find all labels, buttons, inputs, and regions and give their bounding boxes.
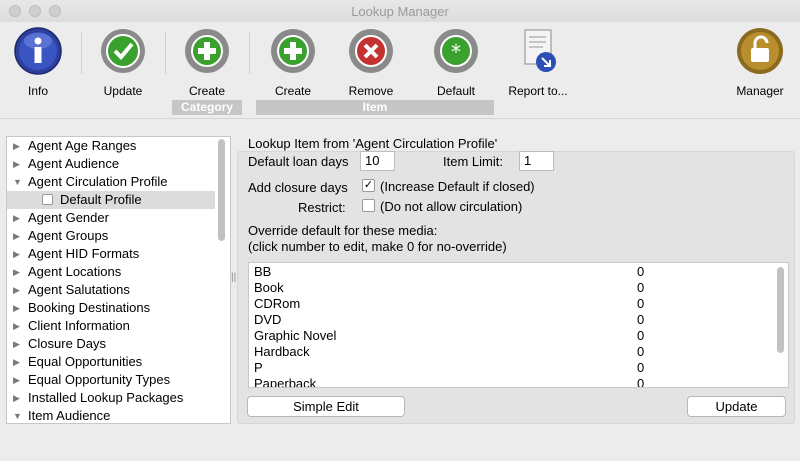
restrict-label: Restrict:	[298, 200, 346, 215]
disclosure-triangle-expanded-icon[interactable]: ▼	[13, 173, 22, 191]
disclosure-triangle-icon[interactable]: ▶	[13, 389, 20, 407]
list-item[interactable]: ▶ Agent Gender	[7, 209, 215, 227]
update-toolbar-button[interactable]: Update	[88, 26, 158, 98]
lock-icon	[737, 28, 783, 74]
disclosure-triangle-icon[interactable]: ▶	[13, 137, 20, 155]
disclosure-triangle-icon[interactable]: ▶	[13, 335, 20, 353]
disclosure-triangle-icon[interactable]: ▶	[13, 155, 20, 173]
info-button[interactable]: Info	[3, 26, 73, 98]
toolbar-separator	[165, 32, 166, 74]
list-item[interactable]: ▶ Equal Opportunities	[7, 353, 215, 371]
category-group-label: Category	[172, 100, 242, 115]
list-item[interactable]: ▶ Agent Salutations	[7, 281, 215, 299]
disclosure-triangle-icon[interactable]: ▶	[13, 353, 20, 371]
category-list[interactable]: ▶ Agent Age Ranges ▶ Agent Audience ▼ Ag…	[6, 136, 231, 424]
create-item-button[interactable]: Create	[258, 26, 328, 98]
disclosure-triangle-expanded-icon[interactable]: ▼	[13, 407, 22, 423]
simple-edit-button[interactable]: Simple Edit	[247, 396, 405, 417]
manager-button[interactable]: Manager	[725, 26, 795, 98]
remove-button[interactable]: Remove	[336, 26, 406, 98]
table-scrollbar[interactable]	[777, 267, 784, 353]
list-item[interactable]: ▼ Agent Circulation Profile	[7, 173, 215, 191]
item-limit-field[interactable]: 1	[519, 151, 554, 171]
window-title: Lookup Manager	[351, 4, 449, 19]
svg-text:*: *	[451, 40, 461, 64]
table-row[interactable]: DVD 0	[249, 312, 773, 328]
update-label: Update	[103, 84, 143, 98]
media-override-table[interactable]: BB 0 Book 0 CDRom 0 DVD 0 Graphic Novel …	[248, 262, 789, 388]
list-item-selected[interactable]: Default Profile	[7, 191, 215, 209]
report-document-icon	[524, 29, 556, 72]
disclosure-triangle-icon[interactable]: ▶	[13, 263, 20, 281]
list-item[interactable]: ▶ Agent Audience	[7, 155, 215, 173]
list-item[interactable]: ▶ Agent Age Ranges	[7, 137, 215, 155]
report-label: Report to...	[508, 84, 568, 98]
list-item[interactable]: ▶ Booking Destinations	[7, 299, 215, 317]
closure-days-hint: (Increase Default if closed)	[380, 179, 535, 194]
override-instructions: Override default for these media:	[248, 223, 438, 238]
loan-days-field[interactable]: 10	[360, 151, 395, 171]
info-icon	[14, 27, 62, 75]
disclosure-triangle-icon[interactable]: ▶	[13, 299, 20, 317]
info-label: Info	[27, 84, 48, 98]
list-scrollbar[interactable]	[218, 139, 225, 241]
list-item[interactable]: ▶ Installed Lookup Packages	[7, 389, 215, 407]
manager-label: Manager	[736, 84, 784, 98]
table-row[interactable]: Graphic Novel 0	[249, 328, 773, 344]
disclosure-triangle-icon[interactable]: ▶	[13, 209, 20, 227]
list-item[interactable]: ▶ Agent Groups	[7, 227, 215, 245]
item-group-label: Item	[256, 100, 494, 115]
disclosure-triangle-icon[interactable]: ▶	[13, 281, 20, 299]
list-item[interactable]: ▶ Equal Opportunity Types	[7, 371, 215, 389]
report-button[interactable]: Report to...	[503, 26, 573, 98]
default-button[interactable]: * Default	[421, 26, 491, 98]
list-item[interactable]: ▼ Item Audience	[7, 407, 215, 423]
disclosure-triangle-icon[interactable]: ▶	[13, 317, 20, 335]
table-row[interactable]: Hardback 0	[249, 344, 773, 360]
closure-days-checkbox[interactable]: ✓	[362, 179, 375, 192]
item-checkbox[interactable]	[42, 194, 53, 205]
list-item[interactable]: ▶ Client Information	[7, 317, 215, 335]
split-view-handle[interactable]: ||	[231, 272, 236, 284]
item-limit-label: Item Limit:	[443, 154, 503, 169]
disclosure-triangle-icon[interactable]: ▶	[13, 227, 20, 245]
checkmark-icon: ✓	[363, 179, 374, 191]
update-button[interactable]: Update	[687, 396, 786, 417]
gear-plus-icon	[185, 29, 229, 73]
toolbar-separator	[81, 32, 82, 74]
table-row[interactable]: CDRom 0	[249, 296, 773, 312]
create-category-button[interactable]: Create	[172, 26, 242, 98]
title-bar: Lookup Manager	[0, 0, 800, 23]
closure-days-label: Add closure days	[248, 180, 348, 195]
disclosure-triangle-icon[interactable]: ▶	[13, 371, 20, 389]
toolbar-separator	[249, 32, 250, 74]
gear-remove-icon	[349, 29, 393, 73]
list-item[interactable]: ▶ Agent Locations	[7, 263, 215, 281]
detail-title: Lookup Item from 'Agent Circulation Prof…	[248, 136, 498, 151]
table-row[interactable]: BB 0	[249, 264, 773, 280]
table-row[interactable]: P 0	[249, 360, 773, 376]
create-item-label: Create	[274, 84, 312, 98]
update-icon	[101, 29, 145, 73]
create-category-label: Create	[188, 84, 226, 98]
default-label: Default	[436, 84, 476, 98]
toolbar: Info Update Create Create Remove * Defau…	[0, 22, 800, 118]
remove-label: Remove	[348, 84, 394, 98]
list-item[interactable]: ▶ Closure Days	[7, 335, 215, 353]
table-row[interactable]: Paperback 0	[249, 376, 773, 387]
override-instructions-hint: (click number to edit, make 0 for no-ove…	[248, 239, 507, 254]
loan-days-label: Default loan days	[248, 154, 349, 169]
table-row[interactable]: Book 0	[249, 280, 773, 296]
disclosure-triangle-icon[interactable]: ▶	[13, 245, 20, 263]
gear-star-icon: *	[434, 29, 478, 73]
toolbar-divider	[0, 118, 800, 119]
restrict-checkbox[interactable]	[362, 199, 375, 212]
list-item[interactable]: ▶ Agent HID Formats	[7, 245, 215, 263]
restrict-hint: (Do not allow circulation)	[380, 199, 523, 214]
gear-plus-icon	[271, 29, 315, 73]
